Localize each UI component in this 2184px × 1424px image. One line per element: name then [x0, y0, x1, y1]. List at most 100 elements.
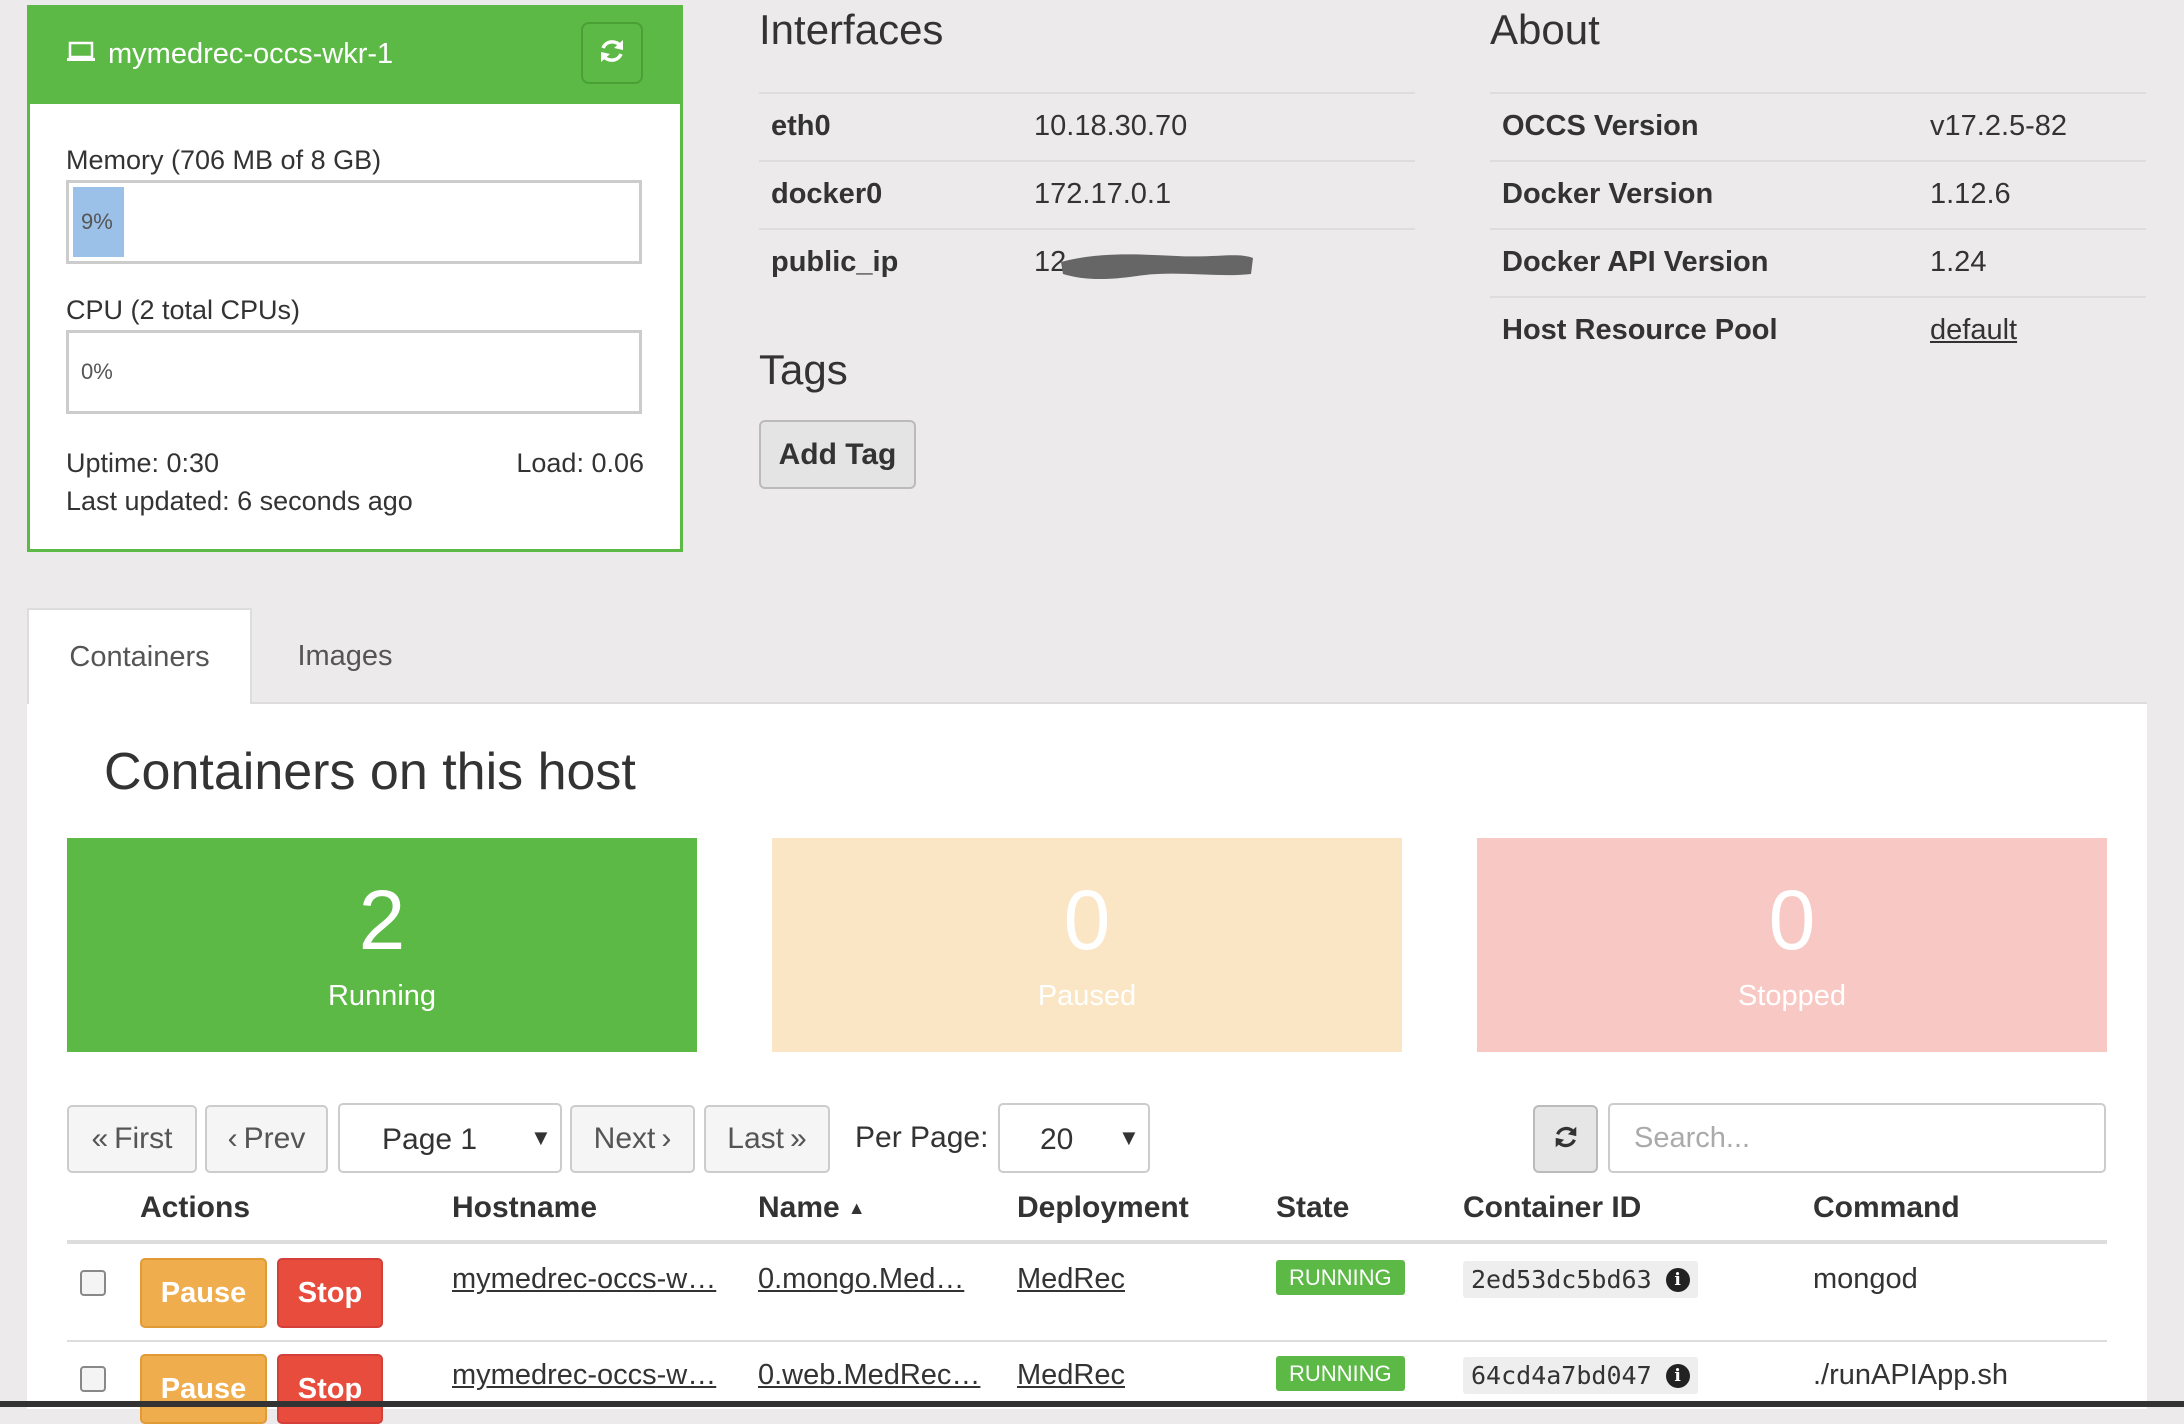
tags-title: Tags	[759, 346, 848, 393]
refresh-icon	[597, 36, 627, 71]
about-value: v17.2.5-82	[1930, 110, 2068, 142]
deployment-link[interactable]: MedRec	[1017, 1359, 1125, 1392]
next-page-button[interactable]: Next ›	[570, 1105, 695, 1173]
host-name-text: mymedrec-occs-wkr-1	[108, 38, 394, 70]
state-cell: RUNNING	[1276, 1356, 1405, 1391]
cpu-meter: 0%	[66, 330, 642, 414]
container-id: 2ed53dc5bd63 i	[1463, 1261, 1698, 1298]
caret-down-icon: ▼	[1118, 1125, 1140, 1150]
memory-label: Memory (706 MB of 8 GB)	[66, 145, 382, 175]
stopped-label: Stopped	[1737, 980, 1847, 1012]
container-name-link[interactable]: 0.mongo.Med…	[758, 1263, 993, 1296]
info-icon[interactable]: i	[1665, 1363, 1690, 1388]
paused-label: Paused	[1037, 980, 1137, 1012]
refresh-list-button[interactable]	[1533, 1105, 1598, 1173]
first-page-label: First	[114, 1122, 173, 1155]
refresh-icon	[1552, 1123, 1580, 1156]
memory-percent: 9%	[81, 209, 113, 234]
about-key: Docker Version	[1502, 178, 1714, 210]
cpu-percent: 0%	[81, 359, 113, 384]
per-page-value: 20	[1040, 1123, 1074, 1156]
memory-meter: 9%	[66, 180, 642, 264]
row-checkbox[interactable]	[80, 1366, 106, 1392]
row-checkbox[interactable]	[80, 1270, 106, 1296]
host-card: mymedrec-occs-wkr-1 Memory (706 MB of 8 …	[27, 5, 683, 552]
cpu-label: CPU (2 total CPUs)	[66, 295, 301, 325]
stopped-count: 0	[1768, 873, 1816, 967]
about-key: OCCS Version	[1502, 110, 1699, 142]
container-name-link[interactable]: 0.web.MedRec…	[758, 1359, 993, 1392]
redaction-scribble	[1057, 248, 1257, 287]
interface-row: eth0 10.18.30.70	[759, 92, 1415, 160]
host-refresh-button[interactable]	[581, 22, 643, 84]
per-page-select[interactable]: 20 ▼	[998, 1103, 1150, 1173]
container-id: 64cd4a7bd047 i	[1463, 1357, 1698, 1394]
panel-title: Containers on this host	[104, 743, 636, 801]
command-text: ./runAPIApp.sh	[1813, 1359, 2009, 1391]
page-select[interactable]: Page 1 ▼	[338, 1103, 562, 1173]
interface-ip: 172.17.0.1	[1034, 178, 1172, 210]
about-row: OCCS Version v17.2.5-82	[1490, 92, 2146, 160]
last-updated: Last updated: 6 seconds ago	[66, 486, 413, 516]
state-badge: RUNNING	[1276, 1260, 1405, 1295]
header-container-id[interactable]: Container ID	[1463, 1191, 1641, 1225]
pause-button[interactable]: Pause	[140, 1354, 267, 1424]
header-hostname[interactable]: Hostname	[452, 1191, 597, 1225]
last-page-button[interactable]: Last »	[704, 1105, 830, 1173]
tab-images[interactable]: Images	[260, 608, 430, 704]
last-page-label: Last	[727, 1122, 785, 1155]
caret-down-icon: ▼	[530, 1125, 552, 1150]
paused-count: 0	[1063, 873, 1111, 967]
prev-page-button[interactable]: ‹ Prev	[205, 1105, 328, 1173]
deployment-link[interactable]: MedRec	[1017, 1263, 1125, 1296]
uptime: Uptime: 0:30	[66, 448, 220, 478]
tab-containers[interactable]: Containers	[27, 608, 252, 704]
about-row: Host Resource Pool default	[1490, 296, 2146, 364]
state-badge: RUNNING	[1276, 1356, 1405, 1391]
host-card-header: mymedrec-occs-wkr-1	[30, 8, 680, 104]
header-name-label: Name	[758, 1191, 840, 1224]
stop-button[interactable]: Stop	[277, 1258, 383, 1328]
prev-page-label: Prev	[243, 1122, 306, 1155]
info-icon[interactable]: i	[1665, 1267, 1690, 1292]
header-deployment[interactable]: Deployment	[1017, 1191, 1189, 1225]
header-state[interactable]: State	[1276, 1191, 1349, 1225]
laptop-icon	[66, 38, 96, 71]
header-name[interactable]: Name ▲	[758, 1191, 866, 1225]
command-text: mongod	[1813, 1263, 1918, 1295]
add-tag-button[interactable]: Add Tag	[759, 420, 916, 489]
interface-name: docker0	[771, 178, 883, 210]
load: Load: 0.06	[516, 448, 644, 478]
about-key: Docker API Version	[1502, 246, 1769, 278]
stop-button[interactable]: Stop	[277, 1354, 383, 1424]
host-name: mymedrec-occs-wkr-1	[66, 38, 393, 71]
running-count: 2	[358, 873, 406, 967]
header-command[interactable]: Command	[1813, 1191, 1960, 1225]
chevron-right-icon: ›	[661, 1122, 672, 1155]
stopped-count-box[interactable]: 0 Stopped	[1477, 838, 2107, 1052]
hostname-link[interactable]: mymedrec-occs-w…	[452, 1263, 732, 1296]
interface-row: public_ip 12	[759, 228, 1415, 296]
container-id-text: 2ed53dc5bd63	[1471, 1265, 1652, 1294]
table-header-divider	[67, 1240, 2107, 1244]
running-count-box[interactable]: 2 Running	[67, 838, 697, 1052]
search-input[interactable]	[1608, 1103, 2106, 1173]
header-actions: Actions	[140, 1191, 251, 1224]
per-page-label: Per Page:	[855, 1121, 989, 1154]
page-select-value: Page 1	[382, 1123, 478, 1156]
interface-name: public_ip	[771, 246, 899, 278]
next-page-label: Next	[593, 1122, 656, 1155]
pause-button[interactable]: Pause	[140, 1258, 267, 1328]
about-value: 1.12.6	[1930, 178, 2011, 210]
double-chevron-left-icon: «	[91, 1122, 109, 1155]
first-page-button[interactable]: « First	[67, 1105, 197, 1173]
interface-name: eth0	[771, 110, 831, 142]
sort-asc-icon: ▲	[847, 1197, 866, 1218]
resource-pool-link[interactable]: default	[1930, 314, 2017, 347]
double-chevron-right-icon: »	[790, 1122, 807, 1155]
interface-ip: 10.18.30.70	[1034, 110, 1188, 142]
row-divider	[67, 1340, 2107, 1342]
paused-count-box[interactable]: 0 Paused	[772, 838, 1402, 1052]
about-value: 1.24	[1930, 246, 1987, 278]
hostname-link[interactable]: mymedrec-occs-w…	[452, 1359, 732, 1392]
